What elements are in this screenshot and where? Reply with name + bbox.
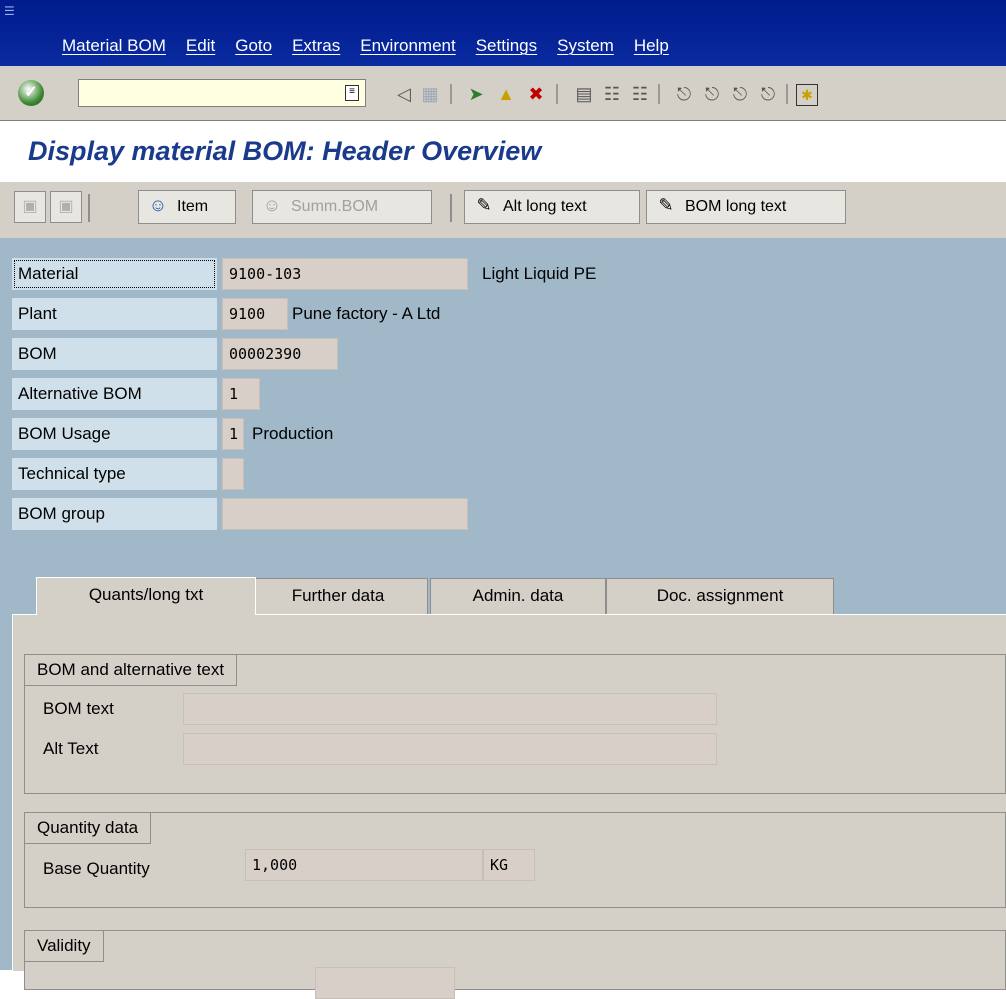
bom-long-text-button[interactable]: ✎ BOM long text (646, 190, 846, 224)
alt-long-text-label: Alt long text (503, 198, 587, 215)
technical-type-field[interactable] (222, 458, 244, 490)
menu-extras[interactable]: Extras (292, 36, 340, 56)
back-icon[interactable]: ➤ (464, 82, 488, 106)
alt-long-text-button[interactable]: ✎ Alt long text (464, 190, 640, 224)
tab-quants-long-text[interactable]: Quants/long txt (36, 577, 256, 615)
plant-label: Plant (12, 298, 217, 330)
alternative-bom-label: Alternative BOM (12, 378, 217, 410)
save-icon[interactable]: ▦ (418, 82, 442, 106)
person-icon: ☺ (148, 195, 168, 215)
group-bom-alt-text: BOM and alternative text BOM text Alt Te… (24, 654, 1006, 794)
bom-text-label: BOM text (43, 699, 114, 718)
find-next-icon[interactable]: ☷ (628, 82, 652, 106)
bom-group-label: BOM group (12, 498, 217, 530)
first-page-icon[interactable]: ⎋ (672, 82, 696, 106)
menu-material-bom[interactable]: Material BOM (62, 36, 166, 56)
item-button[interactable]: ☺ Item (138, 190, 236, 224)
bom-group-field[interactable] (222, 498, 468, 530)
menu-items: Material BOM Edit Goto Extras Environmen… (62, 36, 689, 56)
group-validity: Validity (24, 930, 1006, 999)
tab-doc-assignment[interactable]: Doc. assignment (606, 578, 834, 614)
menu-help[interactable]: Help (634, 36, 669, 56)
exit-icon[interactable]: ▲ (494, 82, 518, 106)
edit-text-icon: ✎ (658, 195, 674, 215)
base-quantity-field[interactable]: 1,000 (245, 849, 483, 881)
print-icon[interactable]: ▤ (572, 82, 596, 106)
previous-header-icon[interactable]: ▣ (14, 191, 46, 223)
menu-settings[interactable]: Settings (476, 36, 537, 56)
tab-further-data[interactable]: Further data (248, 578, 428, 614)
bom-usage-field[interactable]: 1 (222, 418, 244, 450)
menu-bar: ☰ Material BOM Edit Goto Extras Environm… (0, 0, 1006, 66)
toolbar-separator (88, 194, 90, 222)
person-icon: ☺ (262, 195, 282, 215)
menu-edit[interactable]: Edit (186, 36, 215, 56)
menu-goto[interactable]: Goto (235, 36, 272, 56)
group-title: Validity (25, 931, 104, 962)
toolbar-separator (786, 84, 788, 104)
application-toolbar: ▣ ▣ ☺ Item ☺ Summ.BOM ✎ Alt long text ✎ … (0, 182, 1006, 238)
command-field[interactable]: ≡ (78, 79, 366, 107)
material-description: Light Liquid PE (482, 264, 597, 283)
validity-field[interactable] (315, 967, 455, 999)
technical-type-label: Technical type (12, 458, 217, 490)
bom-usage-label: BOM Usage (12, 418, 217, 450)
toolbar-separator (450, 194, 452, 222)
standard-toolbar: ✓ ≡ ◁ ▦ ➤ ▲ ✖ ▤ ☷ ☷ ⎋ ⎋ ⎋ ⎋ ✱ (0, 66, 1006, 121)
alt-text-label: Alt Text (43, 739, 99, 758)
last-page-icon[interactable]: ⎋ (756, 82, 780, 106)
alt-text-field[interactable] (183, 733, 717, 765)
menu-environment[interactable]: Environment (360, 36, 455, 56)
alternative-bom-field[interactable]: 1 (222, 378, 260, 410)
toolbar-separator (658, 84, 660, 104)
summ-bom-button-label: Summ.BOM (291, 198, 379, 215)
unit-field[interactable]: KG (483, 849, 535, 881)
plant-field[interactable]: 9100 (222, 298, 288, 330)
cancel-icon[interactable]: ✖ (524, 82, 548, 106)
system-menu-icon[interactable]: ☰ (4, 4, 20, 18)
enter-icon[interactable]: ✓ (18, 80, 44, 106)
base-quantity-label: Base Quantity (43, 859, 150, 878)
plant-description: Pune factory - A Ltd (292, 304, 441, 323)
next-header-icon[interactable]: ▣ (50, 191, 82, 223)
bom-text-field[interactable] (183, 693, 717, 725)
next-page-icon[interactable]: ⎋ (728, 82, 752, 106)
toolbar-separator (450, 84, 452, 104)
menu-system[interactable]: System (557, 36, 614, 56)
group-title: Quantity data (25, 813, 152, 844)
group-quantity-data: Quantity data Base Quantity 1,000 KG (24, 812, 1006, 908)
previous-page-icon[interactable]: ⎋ (700, 82, 724, 106)
edit-text-icon: ✎ (476, 195, 492, 215)
command-history-icon[interactable]: ≡ (345, 85, 359, 101)
tab-admin-data[interactable]: Admin. data (430, 578, 606, 614)
toolbar-separator (556, 84, 558, 104)
bom-label: BOM (12, 338, 217, 370)
material-label: Material (12, 258, 217, 290)
material-field[interactable]: 9100-103 (222, 258, 468, 290)
bom-long-text-label: BOM long text (685, 198, 787, 215)
item-button-label: Item (177, 198, 209, 215)
collapse-icon[interactable]: ◁ (392, 82, 416, 106)
new-session-icon[interactable]: ✱ (796, 84, 818, 106)
find-icon[interactable]: ☷ (600, 82, 624, 106)
page-title: Display material BOM: Header Overview (28, 136, 542, 166)
bom-usage-description: Production (252, 424, 334, 443)
summ-bom-button[interactable]: ☺ Summ.BOM (252, 190, 432, 224)
group-title: BOM and alternative text (25, 655, 238, 686)
bom-field[interactable]: 00002390 (222, 338, 338, 370)
